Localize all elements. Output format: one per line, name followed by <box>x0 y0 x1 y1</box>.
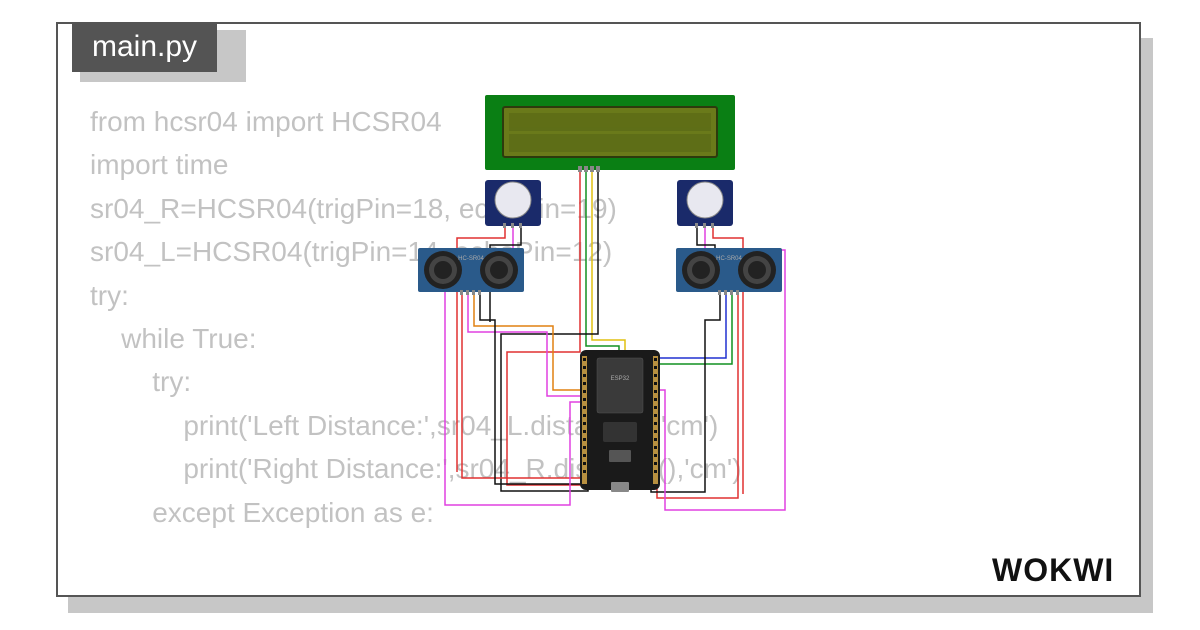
filename-tab: main.py <box>72 22 217 72</box>
svg-text:WOKWI: WOKWI <box>992 552 1114 588</box>
filename-text: main.py <box>92 30 197 63</box>
circuit-diagram: HC-SR04 HC-SR04 ESP32 <box>385 90 855 550</box>
pir-sensor-right <box>677 180 733 228</box>
svg-text:HC-SR04: HC-SR04 <box>716 256 742 262</box>
pir-sensor-left <box>485 180 541 228</box>
svg-text:HC-SR04: HC-SR04 <box>458 256 484 262</box>
svg-text:ESP32: ESP32 <box>611 376 630 382</box>
brand-logo: WOKWI <box>992 549 1142 600</box>
ultrasonic-sensor-right: HC-SR04 <box>676 248 782 295</box>
ultrasonic-sensor-left: HC-SR04 <box>418 248 524 295</box>
esp32-board: ESP32 <box>580 350 660 492</box>
lcd-display <box>485 95 735 172</box>
